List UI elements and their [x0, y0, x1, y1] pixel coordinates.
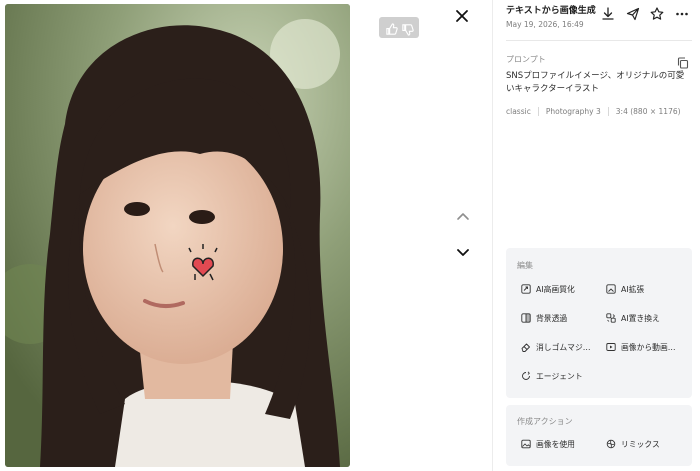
image-to-video-label: 画像から動画… [621, 342, 676, 352]
details-panel: テキストから画像生成 May 19, 2026, 16:49 プロンプト SNS… [492, 0, 700, 471]
star-icon[interactable] [649, 6, 665, 22]
generated-image[interactable] [5, 4, 350, 467]
upscale-label: AI高画質化 [536, 284, 575, 294]
create-section-title: 作成アクション [517, 417, 573, 426]
image-detail-view: テキストから画像生成 May 19, 2026, 16:49 プロンプト SNS… [0, 0, 700, 471]
eraser-icon [521, 343, 530, 352]
prompt-label: プロンプト [506, 55, 546, 64]
close-icon[interactable] [452, 6, 472, 26]
upscale-icon [521, 284, 531, 294]
background-remove-label: 背景透過 [536, 313, 568, 323]
background-remove-button[interactable]: 背景透過 [521, 311, 567, 325]
chevron-down-icon[interactable] [454, 243, 472, 261]
prompt-text: SNSプロファイルイメージ、オリジナルの可愛いキャラクターイラスト [506, 71, 685, 94]
eraser-label: 消しゴムマジ… [536, 342, 591, 352]
download-icon[interactable] [600, 6, 616, 22]
create-actions-section: 作成アクション 画像を使用 リミックス [506, 405, 692, 466]
replace-button[interactable]: AI置き換え [606, 311, 660, 325]
use-image-button[interactable]: 画像を使用 [521, 437, 575, 451]
chevron-up-icon[interactable] [454, 208, 472, 226]
agent-button[interactable]: エージェント [521, 369, 583, 383]
replace-icon [606, 313, 616, 323]
use-image-label: 画像を使用 [536, 439, 575, 449]
agent-label: エージェント [536, 371, 583, 381]
meta-separator [537, 107, 539, 116]
meta-separator [607, 107, 609, 116]
upscale-button[interactable]: AI高画質化 [521, 282, 575, 296]
background-remove-icon [521, 313, 531, 323]
edit-section: 編集 AI高画質化 AI拡張 背景透過 AI置き換え 消しゴムマジ… 画像から動… [506, 248, 692, 398]
ratio-tag: 3:4 (880 × 1176) [615, 107, 681, 116]
created-date: May 19, 2026, 16:49 [506, 20, 584, 29]
expand-icon [606, 284, 616, 294]
model-tag: Photography 3 [545, 107, 601, 116]
remix-label: リミックス [621, 439, 660, 449]
remix-icon [606, 439, 616, 449]
feedback-buttons [379, 17, 419, 38]
video-icon [606, 343, 616, 351]
thumbs-up-icon[interactable] [385, 21, 398, 35]
image-icon [521, 439, 531, 449]
divider [506, 40, 692, 41]
agent-icon [522, 371, 530, 380]
thumbs-down-icon[interactable] [401, 21, 414, 36]
more-icon[interactable] [674, 6, 690, 22]
replace-label: AI置き換え [621, 313, 660, 323]
eraser-button[interactable]: 消しゴムマジ… [521, 340, 591, 354]
edit-section-title: 編集 [517, 261, 533, 270]
expand-label: AI拡張 [621, 284, 645, 294]
style-tag: classic [506, 107, 531, 116]
generation-meta: classic Photography 3 3:4 (880 × 1176) [506, 107, 681, 116]
remix-button[interactable]: リミックス [606, 437, 660, 451]
expand-button[interactable]: AI拡張 [606, 282, 644, 296]
share-icon[interactable] [625, 6, 641, 22]
image-viewer [0, 0, 492, 471]
panel-title: テキストから画像生成 [506, 6, 596, 16]
copy-icon[interactable] [676, 55, 690, 69]
image-to-video-button[interactable]: 画像から動画… [606, 340, 676, 354]
